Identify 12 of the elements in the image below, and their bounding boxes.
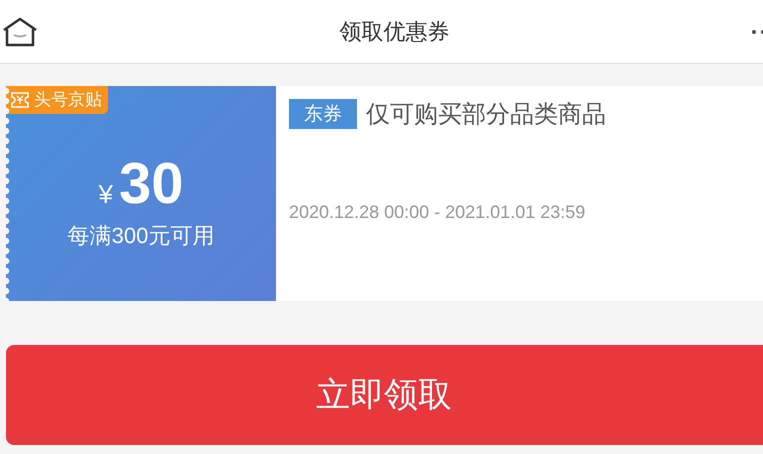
- coupon-badge: 头号京贴: [6, 86, 108, 114]
- coupon-condition: 每满300元可用: [68, 222, 214, 250]
- home-icon[interactable]: [2, 16, 38, 48]
- claim-button[interactable]: 立即领取: [6, 345, 763, 445]
- ticket-icon: [10, 90, 30, 108]
- coupon-amount: 30: [118, 150, 184, 217]
- currency-symbol: ¥: [98, 179, 113, 210]
- coupon-tag: 东券: [289, 99, 357, 129]
- coupon-scope: 仅可购买部分品类商品: [366, 100, 606, 130]
- validity-period: 2020.12.28 00:00 - 2021.01.01 23:59: [289, 202, 586, 223]
- page-title: 领取优惠券: [340, 18, 450, 46]
- more-icon[interactable]: [751, 28, 763, 36]
